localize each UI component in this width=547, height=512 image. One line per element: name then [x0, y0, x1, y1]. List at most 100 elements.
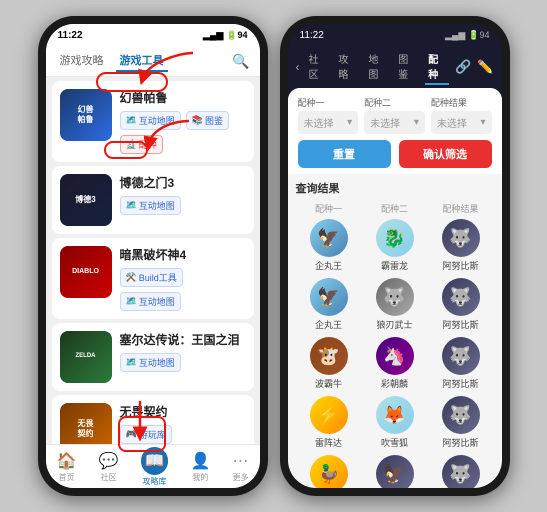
- cover-label-3: ZELDA: [76, 353, 96, 360]
- profile-icon: 👤: [190, 451, 210, 471]
- result-name-1-2: 阿努比斯: [442, 318, 478, 331]
- p2-tab-map[interactable]: 地图: [365, 49, 389, 85]
- signal-2: ▂▄▆: [445, 30, 465, 41]
- result-row-0: 🦅 企丸王 🐉 霸雷龙 🐺 阿努比斯: [296, 219, 494, 272]
- game-title-2: 暗黑破坏神4: [120, 246, 246, 263]
- result-cell-0-2: 🐺 阿努比斯: [428, 219, 494, 272]
- edit-icon-2[interactable]: ✏️: [477, 59, 493, 75]
- avatar-0-2: 🐺: [442, 219, 480, 257]
- breed-placeholder-result: 未选择: [437, 115, 467, 130]
- nav-bar-2: ‹ 社区 攻略 地图 图鉴 配种 🔗 ✏️: [288, 46, 502, 88]
- col-header-2: 配种二: [362, 202, 428, 215]
- bnav-more[interactable]: ⋯ 更多: [232, 451, 248, 483]
- avatar-3-1: 🦊: [376, 396, 414, 434]
- avatar-4-2: 🐺: [442, 455, 480, 488]
- tag-map-3[interactable]: 🗺️ 互动地图: [120, 353, 181, 372]
- result-name-0-0: 企丸王: [315, 259, 342, 272]
- bnav-guide[interactable]: 📖 攻略库: [141, 447, 169, 487]
- breed-selectors: 配种一 未选择 ▾ 配种二 未选择 ▾: [298, 96, 492, 134]
- p2-nav-tabs: 社区 攻略 地图 图鉴 配种: [306, 49, 450, 85]
- signal-1: ▂▄▆: [203, 30, 223, 41]
- result-cell-1-2: 🐺 阿努比斯: [428, 278, 494, 331]
- breed-header: 配种一 未选择 ▾ 配种二 未选择 ▾: [288, 88, 502, 174]
- p2-tab-breed[interactable]: 配种: [425, 49, 449, 85]
- breed-label-1: 配种一: [298, 96, 359, 109]
- game-item-2: DIABLO 暗黑破坏神4 ⚒️ Build工具 🗺️ 互动地图: [52, 238, 254, 319]
- avatar-1-0: 🦅: [310, 278, 348, 316]
- bnav-profile[interactable]: 👤 我的: [190, 451, 210, 483]
- breed-buttons: 重置 确认筛选: [298, 140, 492, 168]
- result-cell-0-0: 🦅 企丸王: [296, 219, 362, 272]
- share-icon-2[interactable]: 🔗: [455, 59, 471, 75]
- game-title-0: 幻兽帕鲁: [120, 89, 246, 106]
- breed-label-2: 配种二: [364, 96, 425, 109]
- col-header-1: 配种一: [296, 202, 362, 215]
- bnav-community[interactable]: 💬 社区: [99, 451, 119, 483]
- game-tags-1: 🗺️ 互动地图: [120, 196, 246, 215]
- p2-tab-community[interactable]: 社区: [306, 49, 330, 85]
- game-info-2: 暗黑破坏神4 ⚒️ Build工具 🗺️ 互动地图: [120, 246, 246, 311]
- result-col-headers: 配种一 配种二 配种结果: [296, 202, 494, 215]
- game-title-3: 塞尔达传说：王国之泪: [120, 331, 246, 348]
- result-cell-2-2: 🐺 阿努比斯: [428, 337, 494, 390]
- cover-label-0: 幻兽帕鲁: [78, 105, 94, 124]
- breed-selector-2: 配种二 未选择 ▾: [364, 96, 425, 134]
- game-cover-0: 幻兽帕鲁: [60, 89, 112, 141]
- result-name-3-0: 雷阵达: [315, 436, 342, 449]
- result-cell-2-1: 🦄 彩朝麟: [362, 337, 428, 390]
- game-item-1: 博德3 博德之门3 🗺️ 互动地图: [52, 166, 254, 234]
- result-cell-0-1: 🐉 霸雷龙: [362, 219, 428, 272]
- breed-val-1[interactable]: 未选择 ▾: [298, 111, 359, 134]
- avatar-4-1: 🦅: [376, 455, 414, 488]
- search-icon[interactable]: 🔍: [232, 53, 249, 70]
- cover-label-2: DIABLO: [72, 268, 99, 276]
- phone-2-shell: 11:22 ▂▄▆ 🔋94 ‹ 社区 攻略 地图 图鉴 配种 🔗: [280, 16, 510, 496]
- reset-button[interactable]: 重置: [298, 140, 391, 168]
- cover-label-4: 无畏契约: [78, 419, 94, 438]
- p2-tab-guide[interactable]: 攻略: [335, 49, 359, 85]
- result-name-0-2: 阿努比斯: [442, 259, 478, 272]
- community-icon: 💬: [99, 451, 119, 471]
- back-icon-2[interactable]: ‹: [296, 60, 300, 74]
- tab-guide[interactable]: 游戏攻略: [56, 50, 108, 72]
- tag-map-2[interactable]: 🗺️ 互动地图: [120, 292, 181, 311]
- breed-content: 配种一 未选择 ▾ 配种二 未选择 ▾: [288, 88, 502, 488]
- result-row-2: 🐮 波霸牛 🦄 彩朝麟 🐺 阿努比斯: [296, 337, 494, 390]
- home-icon: 🏠: [57, 451, 77, 471]
- time-1: 11:22: [58, 30, 83, 41]
- result-name-3-1: 吹雪狐: [381, 436, 408, 449]
- bnav-home[interactable]: 🏠 首页: [57, 451, 77, 483]
- p2-nav-icons: 🔗 ✏️: [455, 59, 493, 75]
- result-cell-4-2: 🐺 阿努比斯: [428, 455, 494, 488]
- bnav-profile-label: 我的: [192, 472, 208, 483]
- result-cell-2-0: 🐮 波霸牛: [296, 337, 362, 390]
- tag-build-2[interactable]: ⚒️ Build工具: [120, 268, 183, 287]
- chevron-down-icon-3: ▾: [480, 117, 485, 128]
- result-cell-1-0: 🦅 企丸王: [296, 278, 362, 331]
- game-cover-2: DIABLO: [60, 246, 112, 298]
- breed-placeholder-2: 未选择: [370, 115, 400, 130]
- result-name-3-2: 阿努比斯: [442, 436, 478, 449]
- result-name-1-1: 狼刃武士: [376, 318, 412, 331]
- game-item-3: ZELDA 塞尔达传说：王国之泪 🗺️ 互动地图: [52, 323, 254, 391]
- result-name-1-0: 企丸王: [315, 318, 342, 331]
- breed-val-result[interactable]: 未选择 ▾: [431, 111, 492, 134]
- avatar-1-1: 🐺: [376, 278, 414, 316]
- p2-tab-pokedex[interactable]: 图鉴: [395, 49, 419, 85]
- battery-1: 🔋94: [226, 30, 247, 41]
- game-cover-4: 无畏契约: [60, 403, 112, 444]
- result-name-2-0: 波霸牛: [315, 377, 342, 390]
- result-name-2-1: 彩朝麟: [381, 377, 408, 390]
- tab-tools[interactable]: 游戏工具: [116, 50, 168, 72]
- breed-val-2[interactable]: 未选择 ▾: [364, 111, 425, 134]
- battery-2: 🔋94: [468, 30, 489, 41]
- status-bar-2: 11:22 ▂▄▆ 🔋94: [288, 24, 502, 46]
- result-row-3: ⚡ 雷阵达 🦊 吹雪狐 🐺 阿努比斯: [296, 396, 494, 449]
- breed-selector-1: 配种一 未选择 ▾: [298, 96, 359, 134]
- tag-map-1[interactable]: 🗺️ 互动地图: [120, 196, 181, 215]
- result-title: 查询结果: [296, 180, 494, 196]
- confirm-button[interactable]: 确认筛选: [399, 140, 492, 168]
- annotation-arrow-tag: [144, 116, 194, 151]
- avatar-2-1: 🦄: [376, 337, 414, 375]
- result-cell-4-0: 🦆 雷阵达: [296, 455, 362, 488]
